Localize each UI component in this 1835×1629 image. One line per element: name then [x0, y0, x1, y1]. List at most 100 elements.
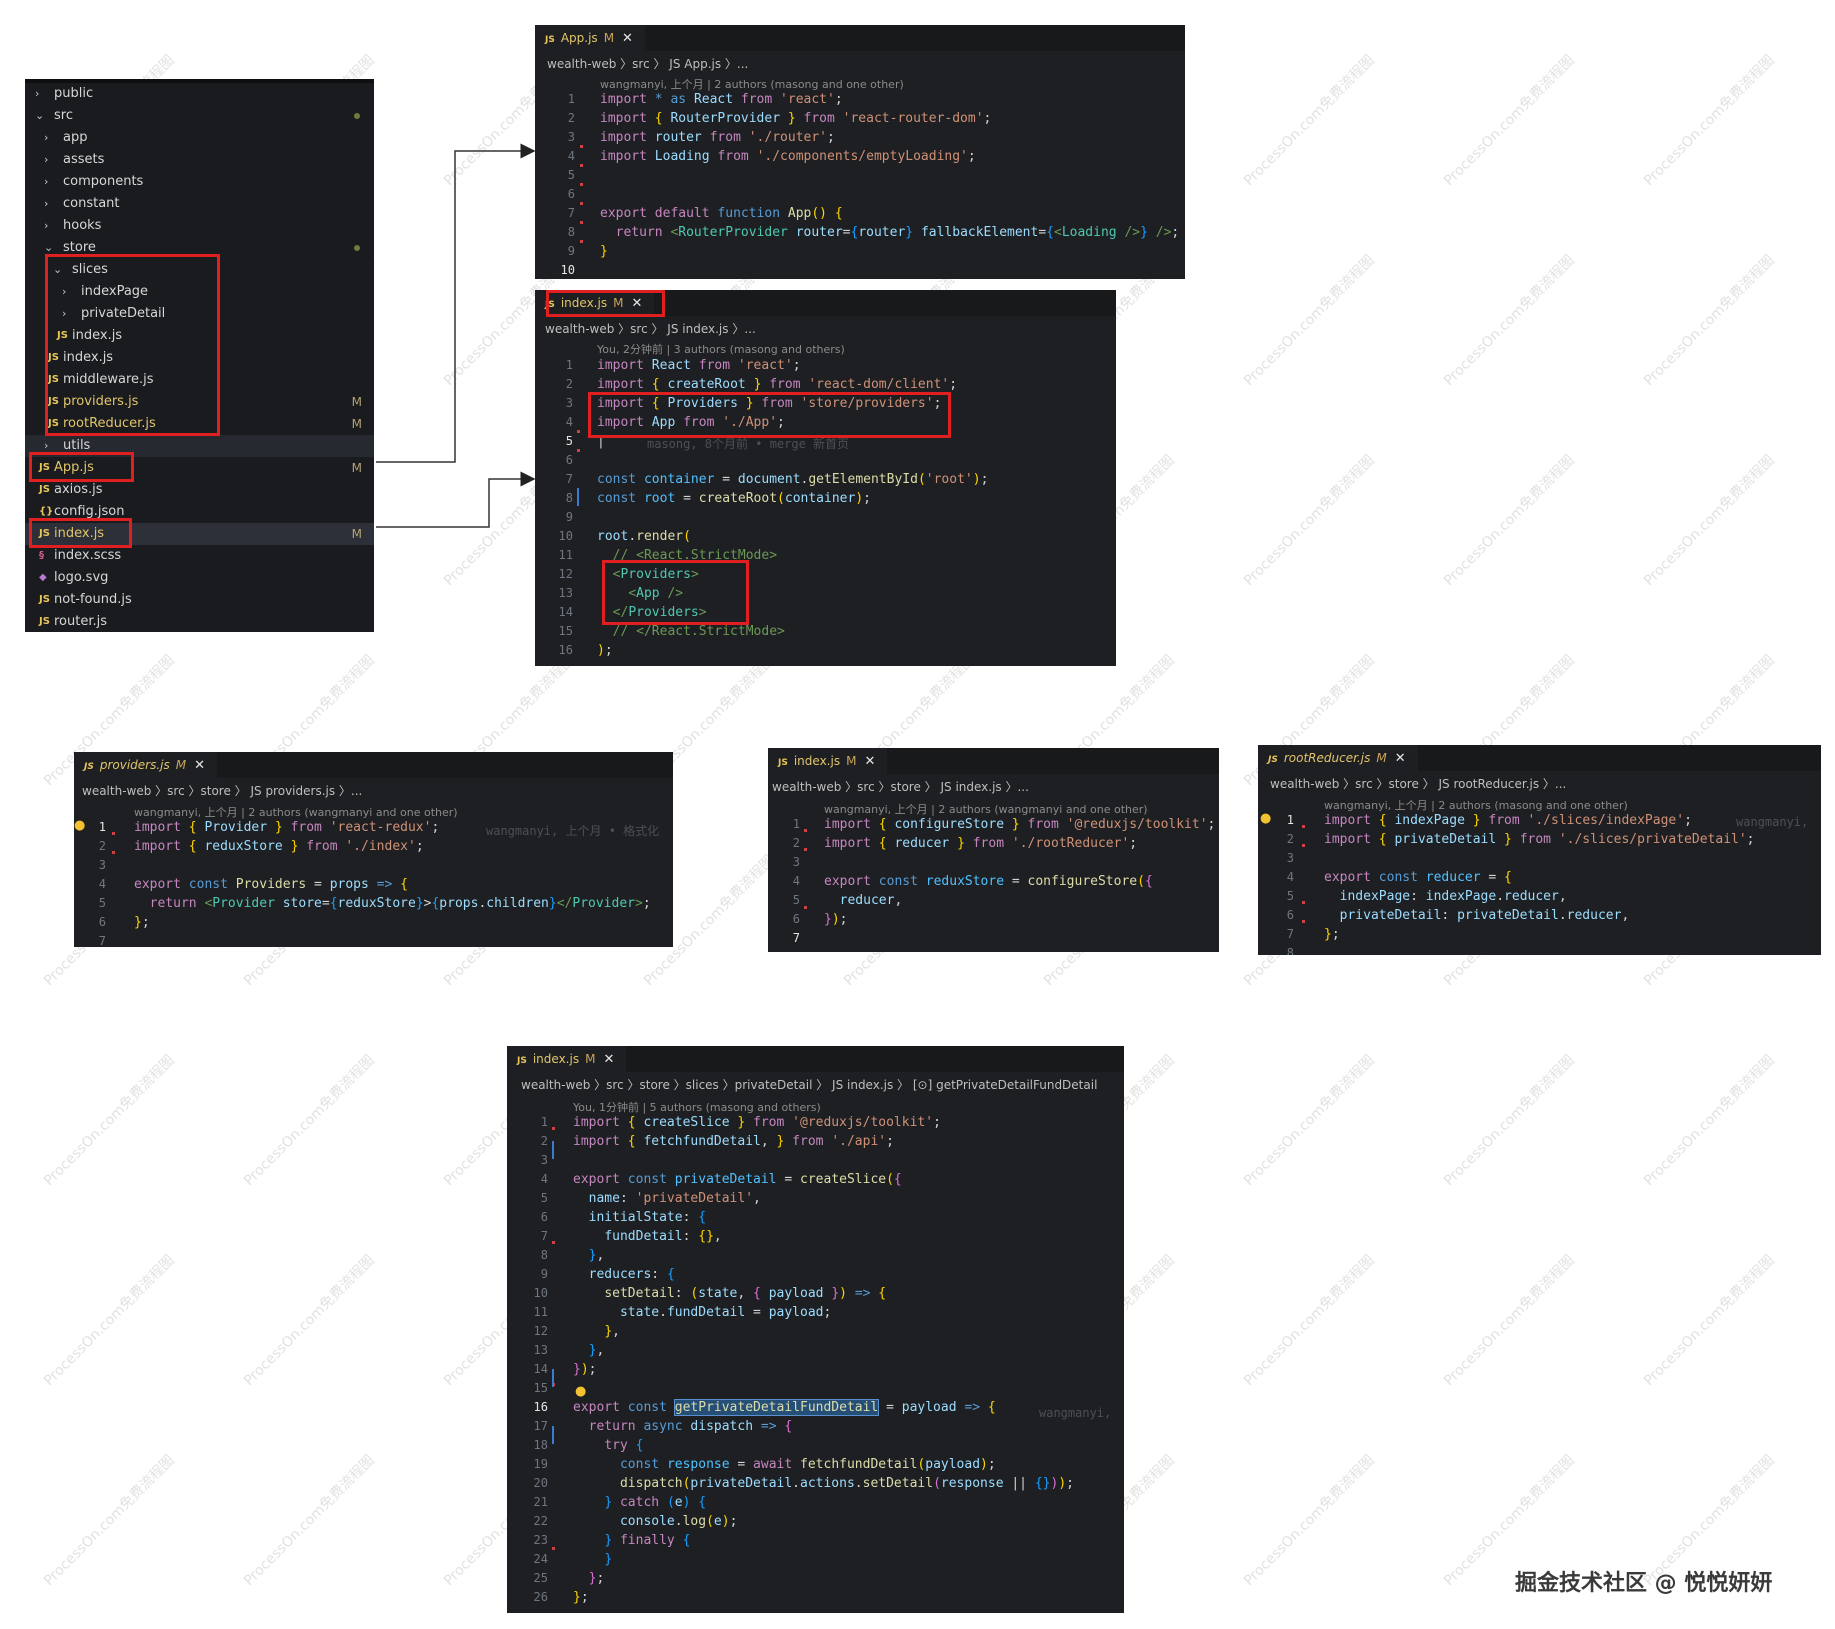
watermark-text: ProcessOn.com免费流程图 [1241, 1452, 1378, 1590]
watermark-text: ProcessOn.com免费流程图 [241, 1052, 378, 1190]
tab-bar: JS rootReducer.js M ✕ [1258, 745, 1821, 771]
breadcrumb[interactable]: wealth-web 〉src 〉 JS index.js 〉... [545, 320, 756, 337]
close-icon[interactable]: ✕ [622, 31, 633, 46]
watermark-text: ProcessOn.com免费流程图 [1241, 1252, 1378, 1390]
tree-item-axios-js[interactable]: JS axios.js [25, 479, 374, 501]
tree-item-label: hooks [63, 218, 102, 233]
tree-item-app[interactable]: › app [25, 127, 374, 149]
app-js-editor: JS App.js M ✕ wealth-web 〉src 〉 JS App.js 〉… [535, 25, 1185, 279]
git-blame-lens[interactable]: You, 2分钟前 | 3 authors (masong and others… [597, 341, 845, 357]
highlight-providers-import [588, 392, 951, 438]
tree-item-label: logo.svg [54, 570, 109, 585]
tree-item-label: src [54, 108, 73, 123]
tab-bar: JS App.js M ✕ [535, 25, 1185, 51]
code-content: import { createSlice } from '@reduxjs/to… [573, 1115, 1074, 1605]
tab-bar: JS index.js M ✕ [768, 748, 1219, 774]
watermark-text: ProcessOn.com免费流程图 [1641, 252, 1778, 390]
line-numbers: 1 2 3 4 5 6 7 8 9 10 11 12 13 14 15 16 [558, 358, 573, 657]
changes-dot [354, 245, 360, 251]
tree-item-logo-svg[interactable]: ◆ logo.svg [25, 567, 374, 589]
js-file-icon: JS [39, 484, 50, 495]
highlight-app-js [29, 452, 134, 482]
watermark-text: ProcessOn.com免费流程图 [1241, 52, 1378, 190]
modified-badge: M [351, 395, 362, 409]
modified-badge: M [351, 417, 362, 431]
chevron-right-icon[interactable]: › [44, 215, 48, 237]
tree-item-router-js[interactable]: JS router.js [25, 611, 374, 633]
watermark-text: ProcessOn.com免费流程图 [1641, 1252, 1778, 1390]
providers-js-editor: JS providers.js M ✕ wealth-web 〉src 〉store … [74, 752, 673, 947]
changes-dot [354, 113, 360, 119]
tab-bar: JS providers.js M ✕ [74, 752, 673, 778]
js-file-icon: JS [39, 594, 50, 605]
watermark-text: ProcessOn.com免费流程图 [1641, 452, 1778, 590]
modified-badge: M [351, 527, 362, 541]
watermark-text: ProcessOn.com免费流程图 [241, 1252, 378, 1390]
watermark-text: ProcessOn.com免费流程图 [241, 1452, 378, 1590]
code-content: import { configureStore } from '@reduxjs… [824, 817, 1216, 927]
watermark-text: ProcessOn.com免费流程图 [1641, 1052, 1778, 1190]
line-numbers: 1 2 3 4 5 6 7 8 9 10 [560, 92, 575, 277]
watermark-text: ProcessOn.com免费流程图 [1441, 252, 1578, 390]
line-numbers: 1 2 3 4 5 6 7 [792, 817, 800, 945]
watermark-text: ProcessOn.com免费流程图 [41, 1052, 178, 1190]
tree-item-label: assets [63, 152, 105, 167]
watermark-text: ProcessOn.com免费流程图 [1441, 452, 1578, 590]
tree-item-label: index.scss [54, 548, 122, 563]
tab-root-reducer-js[interactable]: JS rootReducer.js M ✕ [1258, 745, 1418, 771]
tree-item-src[interactable]: ⌄ src [25, 105, 374, 127]
breadcrumb[interactable]: wealth-web 〉src 〉store 〉 JS index.js 〉..… [772, 778, 1029, 795]
breadcrumb[interactable]: wealth-web 〉src 〉store 〉slices 〉privateD… [521, 1076, 1097, 1093]
highlight-index-tab [546, 290, 665, 317]
tree-item-label: router.js [54, 614, 108, 629]
watermark-text: ProcessOn.com免费流程图 [1441, 1252, 1578, 1390]
tree-item-label: constant [63, 196, 120, 211]
chevron-right-icon[interactable]: › [44, 171, 48, 193]
tree-item-hooks[interactable]: › hooks [25, 215, 374, 237]
watermark-text: ProcessOn.com免费流程图 [1241, 452, 1378, 590]
tab-store-index-js[interactable]: JS index.js M ✕ [768, 748, 888, 774]
tree-item-label: components [63, 174, 144, 189]
breadcrumb[interactable]: wealth-web 〉src 〉store 〉 JS rootReducer.… [1270, 775, 1566, 792]
tree-item-label: public [54, 86, 94, 101]
chevron-right-icon[interactable]: › [44, 193, 48, 215]
tree-item-assets[interactable]: › assets [25, 149, 374, 171]
close-icon[interactable]: ✕ [194, 758, 205, 773]
watermark-text: ProcessOn.com免费流程图 [1241, 1052, 1378, 1190]
private-detail-slice-editor: JS index.js M ✕ wealth-web 〉src 〉store 〉sli… [507, 1046, 1124, 1613]
watermark-text: ProcessOn.com免费流程图 [1641, 52, 1778, 190]
highlight-store-slices [45, 254, 220, 436]
svg-file-icon: ◆ [39, 572, 47, 583]
watermark-text: ProcessOn.com免费流程图 [41, 1452, 178, 1590]
tab-slice-index-js[interactable]: JS index.js M ✕ [507, 1046, 627, 1072]
tree-item-not-found-js[interactable]: JS not-found.js [25, 589, 374, 611]
line-numbers: 1 2 3 4 5 6 7 8 [1286, 813, 1294, 955]
watermark-text: ProcessOn.com免费流程图 [41, 1252, 178, 1390]
root-reducer-js-editor: JS rootReducer.js M ✕ wealth-web 〉src 〉stor… [1258, 745, 1821, 955]
code-content: import { indexPage } from './slices/inde… [1324, 813, 1755, 942]
js-file-icon: JS [39, 616, 50, 627]
chevron-right-icon[interactable]: › [44, 149, 48, 171]
tab-providers-js[interactable]: JS providers.js M ✕ [74, 752, 218, 778]
modified-badge: M [351, 461, 362, 475]
close-icon[interactable]: ✕ [864, 754, 875, 769]
code-content: import { Provider } from 'react-redux'; … [134, 820, 651, 930]
tree-item-label: app [63, 130, 88, 145]
tree-item-constant[interactable]: › constant [25, 193, 374, 215]
watermark-text: ProcessOn.com免费流程图 [1441, 52, 1578, 190]
line-numbers: 1 2 3 4 5 6 7 8 9 10 11 12 13 14 15 16 1… [533, 1115, 548, 1604]
tree-item-components[interactable]: › components [25, 171, 374, 193]
watermark-text: ProcessOn.com免费流程图 [1241, 252, 1378, 390]
close-icon[interactable]: ✕ [1395, 751, 1406, 766]
line-numbers: 1 2 3 4 5 6 7 [98, 820, 106, 947]
tree-item-label: axios.js [54, 482, 103, 497]
chevron-right-icon[interactable]: › [35, 83, 39, 105]
close-icon[interactable]: ✕ [603, 1052, 614, 1067]
breadcrumb[interactable]: wealth-web 〉src 〉store 〉 JS providers.js… [82, 782, 362, 799]
breadcrumb[interactable]: wealth-web 〉src 〉 JS App.js 〉... [547, 55, 748, 72]
tab-app-js[interactable]: JS App.js M ✕ [535, 25, 645, 51]
tree-item-index-scss[interactable]: § index.scss [25, 545, 374, 567]
chevron-right-icon[interactable]: › [44, 127, 48, 149]
tree-item-public[interactable]: › public [25, 83, 374, 105]
chevron-down-icon[interactable]: ⌄ [35, 105, 44, 127]
